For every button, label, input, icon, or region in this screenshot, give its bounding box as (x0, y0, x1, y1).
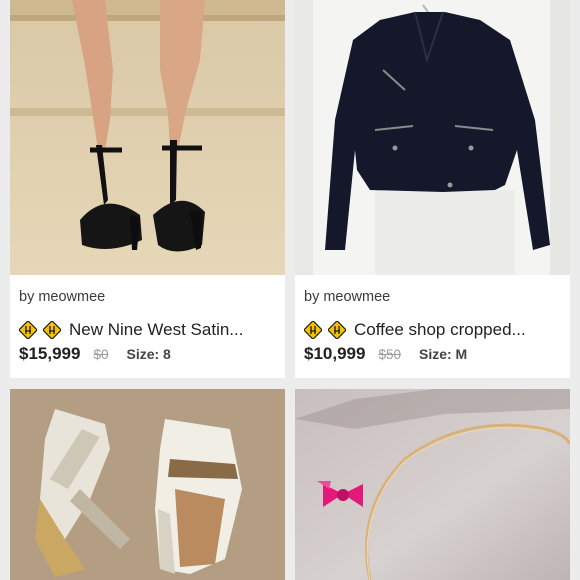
listing-card-2[interactable]: by meowmee Coffee shop cropped... $10,99… (295, 0, 570, 378)
warning-sign-icon (328, 321, 346, 339)
listing-title[interactable]: New Nine West Satin... (69, 320, 243, 340)
listing-info: by meowmee Coffee shop cropped... $10,99… (295, 275, 570, 378)
listing-price: $15,999 (19, 344, 81, 363)
listing-price: $10,999 (304, 344, 366, 363)
listing-photo[interactable] (295, 0, 570, 275)
title-row[interactable]: Coffee shop cropped... (304, 320, 566, 340)
seller-label[interactable]: by meowmee (19, 289, 105, 305)
listing-card-3[interactable] (10, 389, 285, 580)
price-row: $10,999 $50 Size: M (304, 344, 467, 364)
listing-grid: by meowmee New Nine West Satin... $15,99… (0, 0, 580, 580)
listing-photo[interactable] (10, 389, 285, 580)
warning-sign-icon (43, 321, 61, 339)
original-price: $50 (378, 347, 401, 362)
listing-card-4[interactable] (295, 389, 570, 580)
original-price: $0 (93, 347, 109, 362)
warning-sign-icon (19, 321, 37, 339)
seller-label[interactable]: by meowmee (304, 289, 390, 305)
listing-card-1[interactable]: by meowmee New Nine West Satin... $15,99… (10, 0, 285, 378)
listing-photo[interactable] (10, 0, 285, 275)
price-row: $15,999 $0 Size: 8 (19, 344, 171, 364)
listing-title[interactable]: Coffee shop cropped... (354, 320, 526, 340)
listing-size: Size: 8 (126, 346, 171, 362)
title-row[interactable]: New Nine West Satin... (19, 320, 281, 340)
listing-size: Size: M (418, 346, 468, 362)
listing-photo[interactable] (295, 389, 570, 580)
warning-sign-icon (304, 321, 322, 339)
listing-info: by meowmee New Nine West Satin... $15,99… (10, 275, 285, 378)
